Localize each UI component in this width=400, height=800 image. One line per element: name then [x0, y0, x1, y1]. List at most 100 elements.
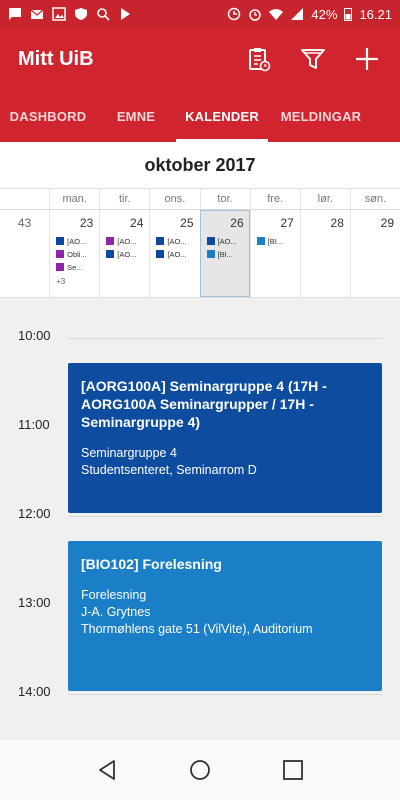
app-title: Mitt UiB — [18, 47, 94, 70]
event-color-marker — [256, 237, 265, 245]
day-cell[interactable]: 25 [AO... [AO... — [149, 210, 199, 297]
day-number: 25 — [180, 216, 194, 230]
hour-label: 10:00 — [18, 328, 51, 343]
day-number: 23 — [79, 216, 94, 230]
hour-label: 11:00 — [18, 417, 50, 432]
play-icon — [121, 8, 130, 20]
week-number: 43 — [17, 216, 32, 230]
mini-event: [BI... — [256, 236, 296, 246]
mini-event-label: [AO... — [117, 249, 137, 259]
weekday-label — [0, 189, 49, 209]
month-title: oktober 2017 — [0, 142, 400, 188]
alarm-icon — [249, 9, 262, 21]
event-color-marker — [56, 263, 65, 271]
clipboard-icon — [249, 48, 271, 72]
mini-event-label: [AO... — [217, 236, 237, 246]
recents-button[interactable] — [278, 755, 308, 785]
event-color-marker — [206, 250, 215, 258]
search-icon — [97, 8, 110, 21]
hour-label: 14:00 — [18, 684, 51, 699]
mini-event-label: [AO... — [167, 249, 187, 259]
event-color-marker — [56, 250, 65, 258]
event-title: [AORG100A] Seminargruppe 4 (17H - AORG10… — [81, 378, 327, 431]
system-nav-bar — [0, 740, 400, 800]
day-cell[interactable]: 27 [BI... — [249, 210, 300, 297]
day-cell[interactable]: 28 — [299, 210, 350, 297]
home-icon — [190, 760, 210, 780]
day-cell[interactable]: 24 [AO... [AO... — [99, 210, 149, 297]
event-detail: Seminargruppe 4 — [81, 446, 177, 461]
event-detail: Thormøhlens gate 51 (VilVite), Auditoriu… — [81, 622, 313, 637]
clock: 16.21 — [359, 6, 392, 22]
mini-event-label: Obli... — [67, 249, 87, 259]
hour-divider — [68, 338, 382, 339]
mini-event: [AO... — [56, 236, 95, 246]
day-cell[interactable]: 26 [AO... [BI... — [199, 210, 250, 297]
mini-event: [AO... — [206, 236, 246, 246]
mini-event-label: Se... — [67, 262, 83, 272]
weekday-label: lør. — [299, 189, 350, 209]
day-view[interactable]: 10:00 11:00 12:00 13:00 14:00 [AORG100A] Semi… — [0, 298, 400, 740]
mini-event: [AO... — [156, 249, 195, 259]
event-color-marker — [106, 237, 115, 245]
mini-event: [AO... — [156, 236, 195, 246]
hour-divider — [68, 694, 382, 695]
event-color-marker — [206, 237, 215, 245]
mini-event: Obli... — [56, 249, 95, 259]
back-button[interactable] — [92, 755, 122, 785]
weekday-header: man. tir. ons. tor. fre. lør. søn. — [0, 188, 400, 210]
status-bar: 42% 16.21 — [0, 0, 400, 28]
signal-icon — [291, 8, 304, 20]
weekday-label: søn. — [349, 189, 400, 209]
tab-emne[interactable]: EMNE — [96, 90, 176, 142]
image-icon — [52, 7, 66, 21]
hour-label: 12:00 — [18, 506, 51, 521]
more-events-count: +3 — [56, 277, 66, 286]
weekday-label: tor. — [199, 189, 250, 209]
day-cell[interactable]: 29 — [349, 210, 400, 297]
message-icon — [9, 8, 21, 20]
mini-event-label: [BI... — [217, 249, 233, 259]
week-row: 43 23 [AO... Obli... Se... +3 24 [AO... [AO... 2… — [0, 210, 400, 298]
event-detail: Forelesning — [81, 588, 147, 603]
event-card[interactable]: [AORG100A] Seminargruppe 4 (17H - AORG10… — [68, 363, 382, 513]
back-icon — [98, 760, 115, 780]
hour-divider — [68, 516, 382, 517]
day-number: 27 — [280, 216, 294, 230]
battery-level: 42% — [311, 6, 338, 22]
battery-icon — [344, 8, 353, 21]
mini-event: [BI... — [206, 249, 246, 259]
clipboard-button[interactable] — [244, 44, 274, 74]
home-button[interactable] — [185, 755, 215, 785]
recents-icon — [283, 760, 304, 780]
day-number: 24 — [130, 216, 144, 230]
tab-dashbord[interactable]: DASHBORD — [0, 90, 96, 142]
mail-icon — [30, 9, 44, 19]
mini-event-label: [AO... — [167, 236, 187, 246]
add-icon — [356, 48, 378, 70]
tab-meldingar[interactable]: MELDINGAR — [268, 90, 374, 142]
alarm-sync-icon — [228, 7, 241, 21]
event-card[interactable]: [BIO102] Forelesning Forelesning J-A. Gryt… — [68, 541, 382, 691]
weekday-label: tir. — [99, 189, 149, 209]
mini-event: Se... — [56, 262, 95, 272]
day-number: 26 — [230, 216, 244, 230]
event-color-marker — [56, 237, 65, 245]
weekday-label: man. — [49, 189, 99, 209]
event-title: [BIO102] Forelesning — [81, 556, 222, 573]
event-color-marker — [156, 237, 165, 245]
tab-kalender[interactable]: KALENDER — [176, 90, 268, 142]
app-bar: Mitt UiB — [0, 28, 400, 90]
add-button[interactable] — [352, 44, 382, 74]
event-detail: Studentsenteret, Seminarrom D — [81, 463, 257, 478]
day-number: 28 — [330, 216, 344, 230]
weekday-label: fre. — [249, 189, 300, 209]
event-color-marker — [106, 250, 115, 258]
tab-bar: DASHBORD EMNE KALENDER MELDINGAR — [0, 90, 400, 142]
event-detail: J-A. Grytnes — [81, 605, 151, 620]
mini-event: [AO... — [106, 249, 145, 259]
day-cell[interactable]: 23 [AO... Obli... Se... +3 — [49, 210, 99, 297]
wifi-icon — [269, 9, 284, 20]
filter-button[interactable] — [298, 44, 328, 74]
hour-row: 10:00 — [0, 328, 400, 348]
